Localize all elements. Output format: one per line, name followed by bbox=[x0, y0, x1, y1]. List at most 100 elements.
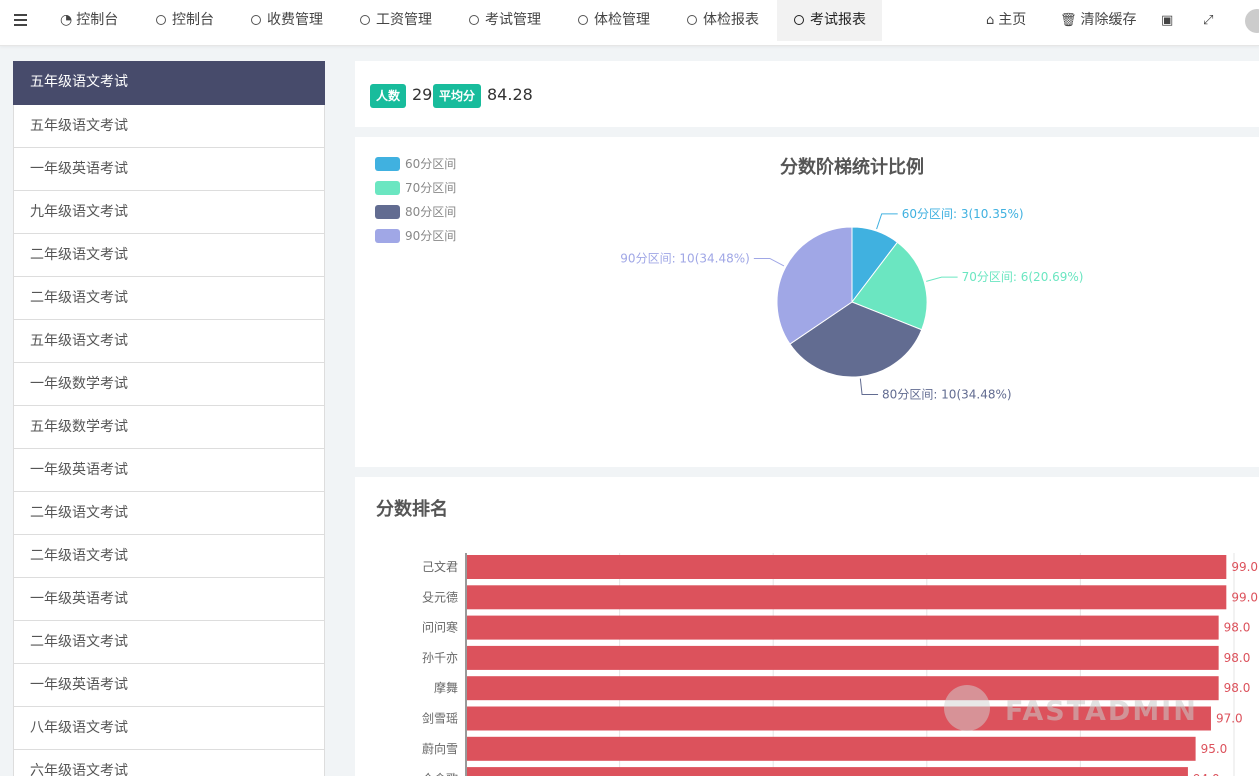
score-bar[interactable] bbox=[467, 585, 1227, 610]
score-bar[interactable] bbox=[467, 736, 1196, 761]
exam-list-item[interactable]: 一年级英语考试 bbox=[13, 664, 325, 707]
bar-value-label: 98.0 bbox=[1224, 621, 1251, 635]
language-button[interactable]: ▣ bbox=[1161, 0, 1177, 41]
legend-label[interactable]: 70分区间 bbox=[405, 181, 456, 195]
nav-tab-1[interactable]: 控制台 bbox=[156, 0, 214, 41]
legend-label[interactable]: 90分区间 bbox=[405, 229, 456, 243]
exam-list-item[interactable]: 五年级语文考试 bbox=[13, 320, 325, 363]
exam-list-item[interactable]: 六年级语文考试 bbox=[13, 750, 325, 776]
rank-bar-chart: 己文君 99.0 殳元德 99.0 问问寒 98.0 孙千亦 98.0 摩舞 98.0 剑雪瑶 97.… bbox=[422, 553, 1258, 776]
score-bar[interactable] bbox=[467, 645, 1219, 670]
pie-label-line bbox=[926, 276, 958, 282]
nav-tab-label: 考试管理 bbox=[485, 12, 541, 28]
pie-chart-panel: 分数阶梯统计比例 60分区间 70分区间 80分区间 90分区间 60分区间: 3(10.… bbox=[355, 137, 1259, 467]
exam-list-item[interactable]: 八年级语文考试 bbox=[13, 707, 325, 750]
translate-icon: ▣ bbox=[1161, 13, 1174, 28]
average-value: 84.28 bbox=[487, 85, 533, 104]
pie-label-line bbox=[859, 378, 879, 395]
bar-category-label: 摩舞 bbox=[434, 680, 458, 695]
circle-icon bbox=[360, 15, 370, 25]
nav-tab-7[interactable]: 考试报表 bbox=[777, 0, 882, 41]
legend-label[interactable]: 80分区间 bbox=[405, 205, 456, 219]
pie-label-line bbox=[876, 213, 898, 230]
bar-value-label: 99.0 bbox=[1231, 560, 1258, 574]
bar-category-label: 殳元德 bbox=[422, 589, 458, 604]
score-bar[interactable] bbox=[467, 615, 1219, 640]
exam-list-item[interactable]: 二年级语文考试 bbox=[13, 234, 325, 277]
bar-value-label: 94.0 bbox=[1193, 772, 1220, 776]
home-label: 主页 bbox=[998, 12, 1027, 28]
average-badge: 平均分 bbox=[433, 84, 482, 108]
circle-icon bbox=[687, 15, 697, 25]
legend-swatch[interactable] bbox=[375, 157, 400, 171]
exam-list-item[interactable]: 二年级语文考试 bbox=[13, 621, 325, 664]
top-navbar: ◔ 控制台 控制台 收费管理 工资管理 考试管理 体检管理 体检报表 考试报表 ⌂ 主页 🗑 清除缓… bbox=[0, 0, 1259, 46]
exam-list-item[interactable]: 五年级数学考试 bbox=[13, 406, 325, 449]
legend-swatch[interactable] bbox=[375, 229, 400, 243]
nav-tab-label: 体检管理 bbox=[594, 12, 650, 28]
nav-tab-label: 控制台 bbox=[172, 12, 214, 28]
rank-chart-panel: 分数排名 己文君 99.0 殳元德 99.0 问问寒 98.0 孙千亦 98.0 摩舞 98.0 剑… bbox=[355, 477, 1259, 776]
fullscreen-button[interactable]: ⤢ bbox=[1203, 0, 1217, 41]
nav-tab-label: 控制台 bbox=[76, 12, 119, 28]
exam-list-item[interactable]: 九年级语文考试 bbox=[13, 191, 325, 234]
stats-panel: 人数 29 平均分 84.28 bbox=[355, 61, 1259, 127]
exam-list-item[interactable]: 一年级数学考试 bbox=[13, 363, 325, 406]
exam-list-item[interactable]: 二年级语文考试 bbox=[13, 535, 325, 578]
clear-cache-label: 清除缓存 bbox=[1080, 12, 1137, 28]
nav-tab-4[interactable]: 考试管理 bbox=[469, 0, 541, 41]
avatar[interactable] bbox=[1245, 9, 1259, 33]
bar-value-label: 97.0 bbox=[1216, 712, 1243, 726]
nav-tab-2[interactable]: 收费管理 bbox=[251, 0, 323, 41]
menu-toggle-icon[interactable] bbox=[14, 14, 27, 26]
exam-list-item[interactable]: 一年级英语考试 bbox=[13, 148, 325, 191]
pie-label-line bbox=[753, 257, 785, 267]
nav-tab-5[interactable]: 体检管理 bbox=[578, 0, 650, 41]
nav-tab-label: 体检报表 bbox=[703, 12, 759, 28]
nav-tab-6[interactable]: 体检报表 bbox=[687, 0, 759, 41]
legend-swatch[interactable] bbox=[375, 205, 400, 219]
score-bar[interactable] bbox=[467, 555, 1227, 579]
bar-value-label: 99.0 bbox=[1231, 590, 1258, 604]
pie-slice-label: 80分区间: 10(34.48%) bbox=[882, 387, 1012, 401]
score-bar[interactable] bbox=[467, 767, 1188, 776]
pie-slice-label: 70分区间: 6(20.69%) bbox=[962, 270, 1084, 284]
pie-title: 分数阶梯统计比例 bbox=[780, 156, 924, 178]
pie-chart: 分数阶梯统计比例 60分区间 70分区间 80分区间 90分区间 60分区间: 3(10.… bbox=[375, 156, 1084, 401]
circle-icon bbox=[251, 15, 261, 25]
bar-category-label: 己文君 bbox=[422, 559, 458, 574]
count-badge: 人数 bbox=[370, 84, 407, 108]
exam-list-item[interactable]: 二年级语文考试 bbox=[13, 277, 325, 320]
circle-icon bbox=[578, 15, 588, 25]
exam-list-item[interactable]: 五年级语文考试 bbox=[13, 61, 325, 105]
bar-value-label: 98.0 bbox=[1224, 651, 1251, 665]
pie-slice-label: 60分区间: 3(10.35%) bbox=[902, 207, 1024, 221]
exam-list-item[interactable]: 一年级英语考试 bbox=[13, 449, 325, 492]
bar-value-label: 95.0 bbox=[1201, 742, 1228, 756]
pie-slice-label: 90分区间: 10(34.48%) bbox=[620, 251, 750, 265]
count-value: 29 bbox=[412, 85, 433, 104]
dashboard-icon: ◔ bbox=[60, 12, 73, 28]
clear-cache-button[interactable]: 🗑 清除缓存 bbox=[1060, 0, 1137, 41]
bar-category-label: 问问寒 bbox=[422, 620, 458, 635]
home-icon: ⌂ bbox=[986, 13, 995, 28]
nav-tab-label: 考试报表 bbox=[810, 12, 866, 28]
fullscreen-icon: ⤢ bbox=[1203, 13, 1214, 28]
bar-category-label: 孙千亦 bbox=[422, 650, 458, 665]
watermark-logo-icon bbox=[944, 685, 990, 731]
nav-tab-label: 工资管理 bbox=[376, 12, 432, 28]
home-link[interactable]: ⌂ 主页 bbox=[986, 0, 1026, 41]
exam-list-item[interactable]: 一年级英语考试 bbox=[13, 578, 325, 621]
bar-value-label: 98.0 bbox=[1224, 681, 1251, 695]
bar-category-label: 蔚向雪 bbox=[422, 741, 458, 756]
nav-tab-label: 收费管理 bbox=[267, 12, 323, 28]
exam-list-item[interactable]: 五年级语文考试 bbox=[13, 105, 325, 148]
circle-icon bbox=[469, 15, 479, 25]
exam-list-item[interactable]: 二年级语文考试 bbox=[13, 492, 325, 535]
legend-swatch[interactable] bbox=[375, 181, 400, 195]
nav-tab-0[interactable]: ◔ 控制台 bbox=[60, 0, 118, 41]
bar-category-label: 仝含歌 bbox=[422, 771, 458, 776]
exam-list: 五年级语文考试 五年级语文考试 一年级英语考试 九年级语文考试 二年级语文考试 二年级语文… bbox=[13, 61, 325, 776]
legend-label[interactable]: 60分区间 bbox=[405, 157, 456, 171]
nav-tab-3[interactable]: 工资管理 bbox=[360, 0, 432, 41]
